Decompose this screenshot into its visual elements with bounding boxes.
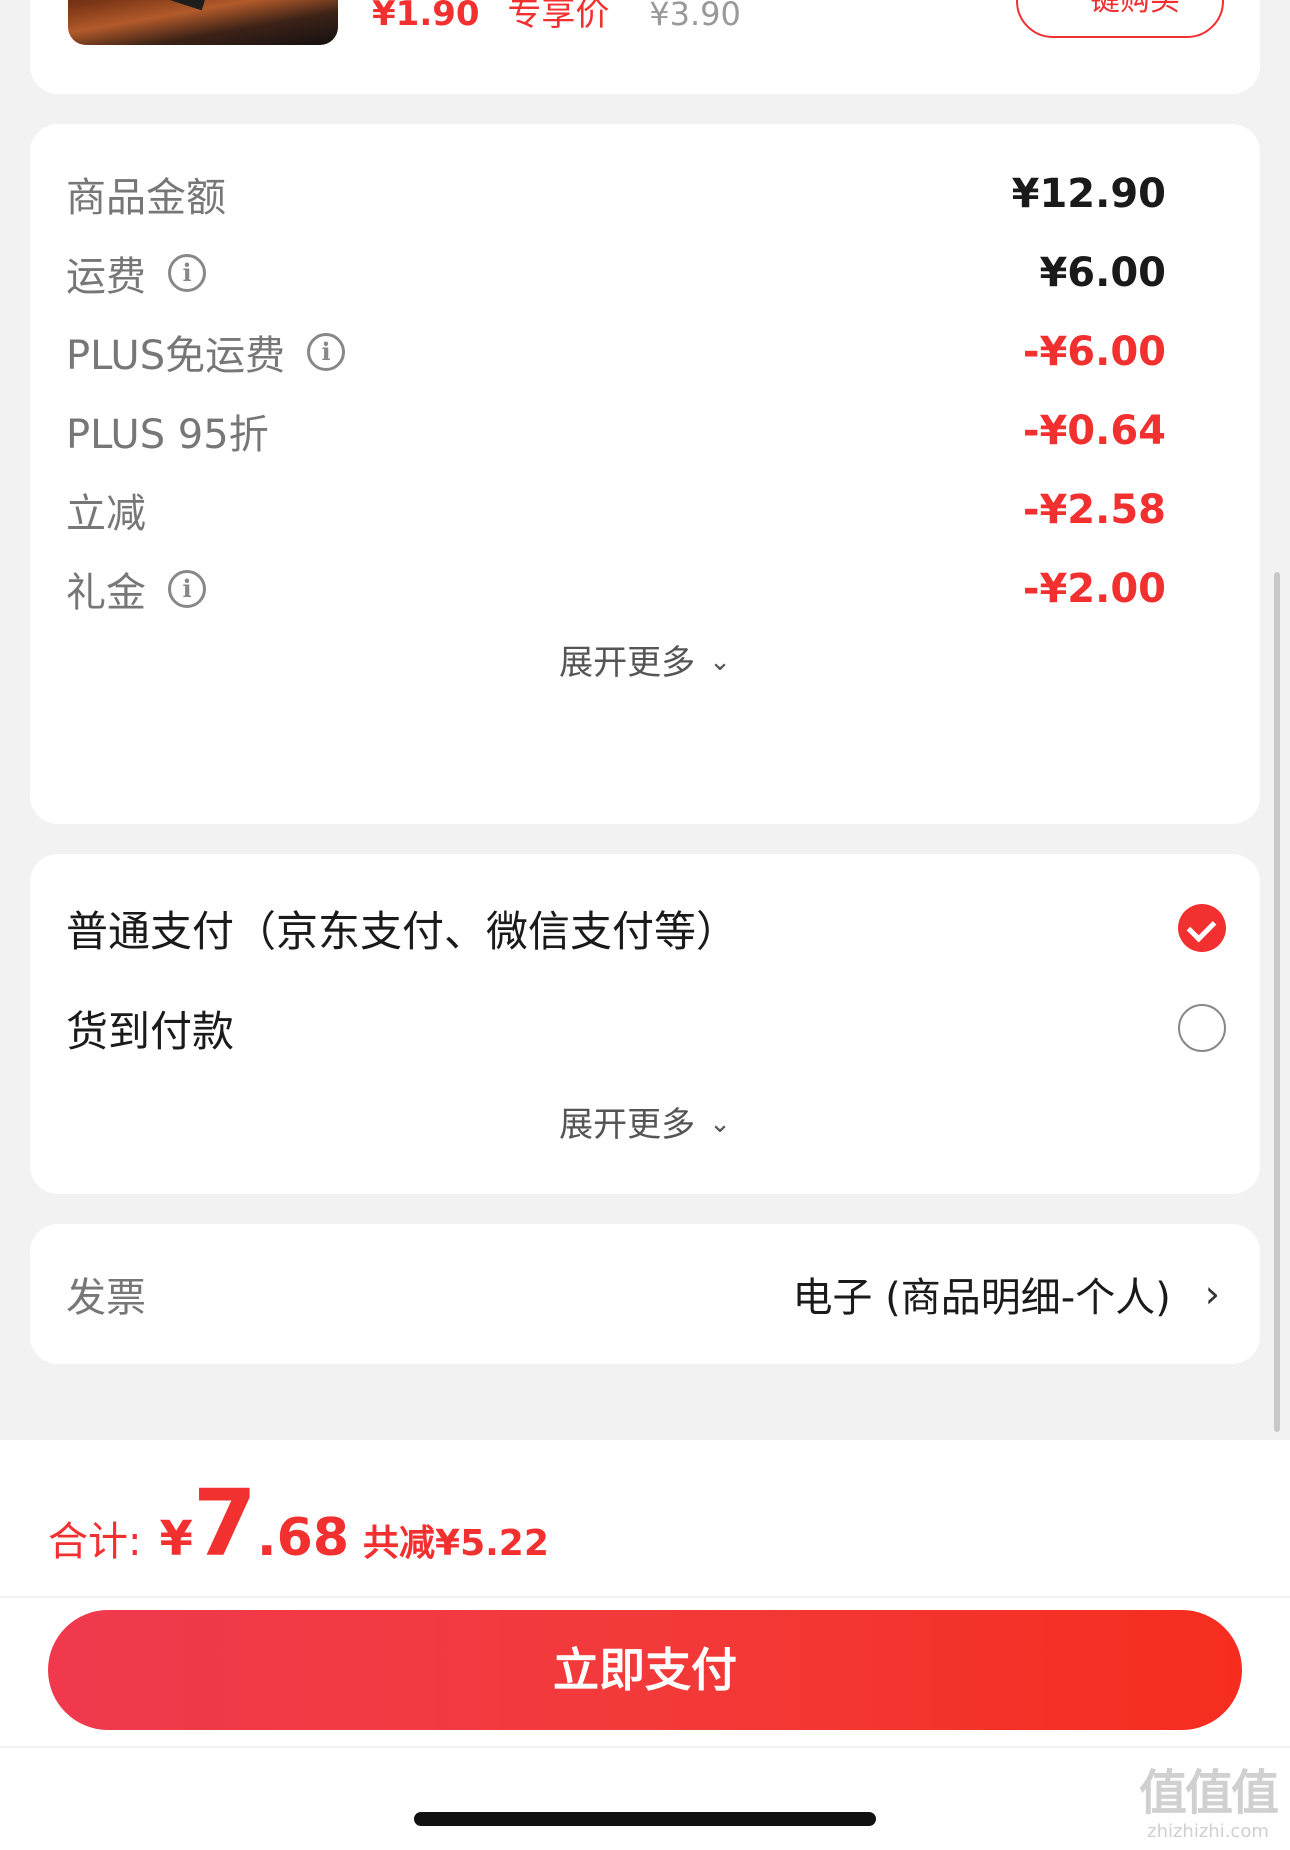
summary-value: -¥6.00 <box>1022 329 1166 375</box>
summary-row-shipping: 运费 i ¥6.00 <box>66 243 1166 303</box>
home-indicator[interactable] <box>414 1812 876 1826</box>
chevron-down-icon: ⌄ <box>709 1109 731 1139</box>
total-decimal: .68 <box>256 1508 350 1568</box>
summary-value: ¥12.90 <box>1011 171 1166 217</box>
product-card: ¥1.90 专享价 ¥3.90 一键购买 <box>30 0 1260 94</box>
divider <box>0 1596 1290 1598</box>
radio-unchecked-icon[interactable] <box>1178 1004 1226 1052</box>
pay-now-button[interactable]: 立即支付 <box>48 1610 1242 1730</box>
watermark-url: zhizhizhi.com <box>1147 1821 1269 1842</box>
product-price-line: ¥1.90 专享价 ¥3.90 <box>372 0 741 34</box>
summary-label: PLUS免运费 <box>66 333 286 379</box>
watermark-text: 值值值 <box>1138 1765 1279 1821</box>
summary-label: 礼金 <box>66 570 146 616</box>
summary-row-plus-free-shipping: PLUS免运费 i -¥6.00 <box>66 322 1166 382</box>
invoice-row[interactable]: 发票 电子 (商品明细-个人) › <box>66 1264 1220 1324</box>
payment-option-label: 普通支付（京东支付、微信支付等） <box>66 906 739 956</box>
info-icon[interactable]: i <box>168 570 206 608</box>
one-click-buy-button[interactable]: 一键购买 <box>1016 0 1224 38</box>
chevron-right-icon: › <box>1204 1272 1220 1316</box>
total-integer: 7 <box>192 1470 257 1577</box>
payment-option-label: 货到付款 <box>66 1006 235 1056</box>
summary-label: 运费 <box>66 254 146 300</box>
expand-more-label: 展开更多 <box>559 643 696 683</box>
scrollbar[interactable] <box>1274 572 1280 1432</box>
payment-expand-more-button[interactable]: 展开更多 ⌄ <box>30 1100 1260 1150</box>
summary-expand-more-button[interactable]: 展开更多 ⌄ <box>30 638 1260 688</box>
summary-value: ¥6.00 <box>1039 250 1166 296</box>
order-confirm-page: ¥1.90 专享价 ¥3.90 一键购买 商品金额 ¥12.90 运费 i ¥6… <box>0 0 1290 1850</box>
payment-method-card: 普通支付（京东支付、微信支付等） 货到付款 展开更多 ⌄ <box>30 854 1260 1194</box>
summary-row-instant-discount: 立减 -¥2.58 <box>66 480 1166 540</box>
bottom-checkout-bar: 合计: ¥ 7 .68 共减¥5.22 立即支付 值值值 zhizhizhi.c… <box>0 1440 1290 1850</box>
summary-value: -¥0.64 <box>1022 408 1166 454</box>
summary-value: -¥2.00 <box>1022 566 1166 612</box>
summary-row-gift-money: 礼金 i -¥2.00 <box>66 559 1166 619</box>
payment-option-cod[interactable]: 货到付款 <box>66 998 1226 1058</box>
product-original-price: ¥3.90 <box>649 0 741 33</box>
product-price-tag: 专享价 <box>507 0 610 34</box>
summary-label: 商品金额 <box>66 175 226 221</box>
chevron-down-icon: ⌄ <box>709 647 731 677</box>
watermark-logo: 值值值 zhizhizhi.com <box>1134 1765 1282 1845</box>
invoice-value: 电子 (商品明细-个人) <box>792 1275 1171 1321</box>
invoice-label: 发票 <box>66 1275 146 1321</box>
info-icon[interactable]: i <box>307 333 346 371</box>
summary-row-plus-discount: PLUS 95折 -¥0.64 <box>66 401 1166 461</box>
summary-label: PLUS 95折 <box>66 412 269 458</box>
radio-checked-icon[interactable] <box>1178 904 1226 952</box>
price-summary-card: 商品金额 ¥12.90 运费 i ¥6.00 PLUS免运费 i -¥6.00 … <box>30 124 1260 824</box>
summary-value: -¥2.58 <box>1022 487 1166 533</box>
divider <box>0 1746 1290 1748</box>
info-icon[interactable]: i <box>168 254 206 292</box>
invoice-card[interactable]: 发票 电子 (商品明细-个人) › <box>30 1224 1260 1364</box>
expand-more-label: 展开更多 <box>559 1105 696 1145</box>
total-savings: 共减¥5.22 <box>363 1523 549 1564</box>
total-label: 合计: <box>48 1519 142 1565</box>
total-currency: ¥ <box>159 1511 193 1567</box>
product-price: ¥1.90 <box>372 0 480 34</box>
payment-option-regular[interactable]: 普通支付（京东支付、微信支付等） <box>66 898 1226 958</box>
summary-row-goods-amount: 商品金额 ¥12.90 <box>66 164 1166 224</box>
order-total: 合计: ¥ 7 .68 共减¥5.22 <box>48 1470 549 1577</box>
summary-label: 立减 <box>66 491 146 537</box>
product-thumbnail[interactable] <box>68 0 338 45</box>
